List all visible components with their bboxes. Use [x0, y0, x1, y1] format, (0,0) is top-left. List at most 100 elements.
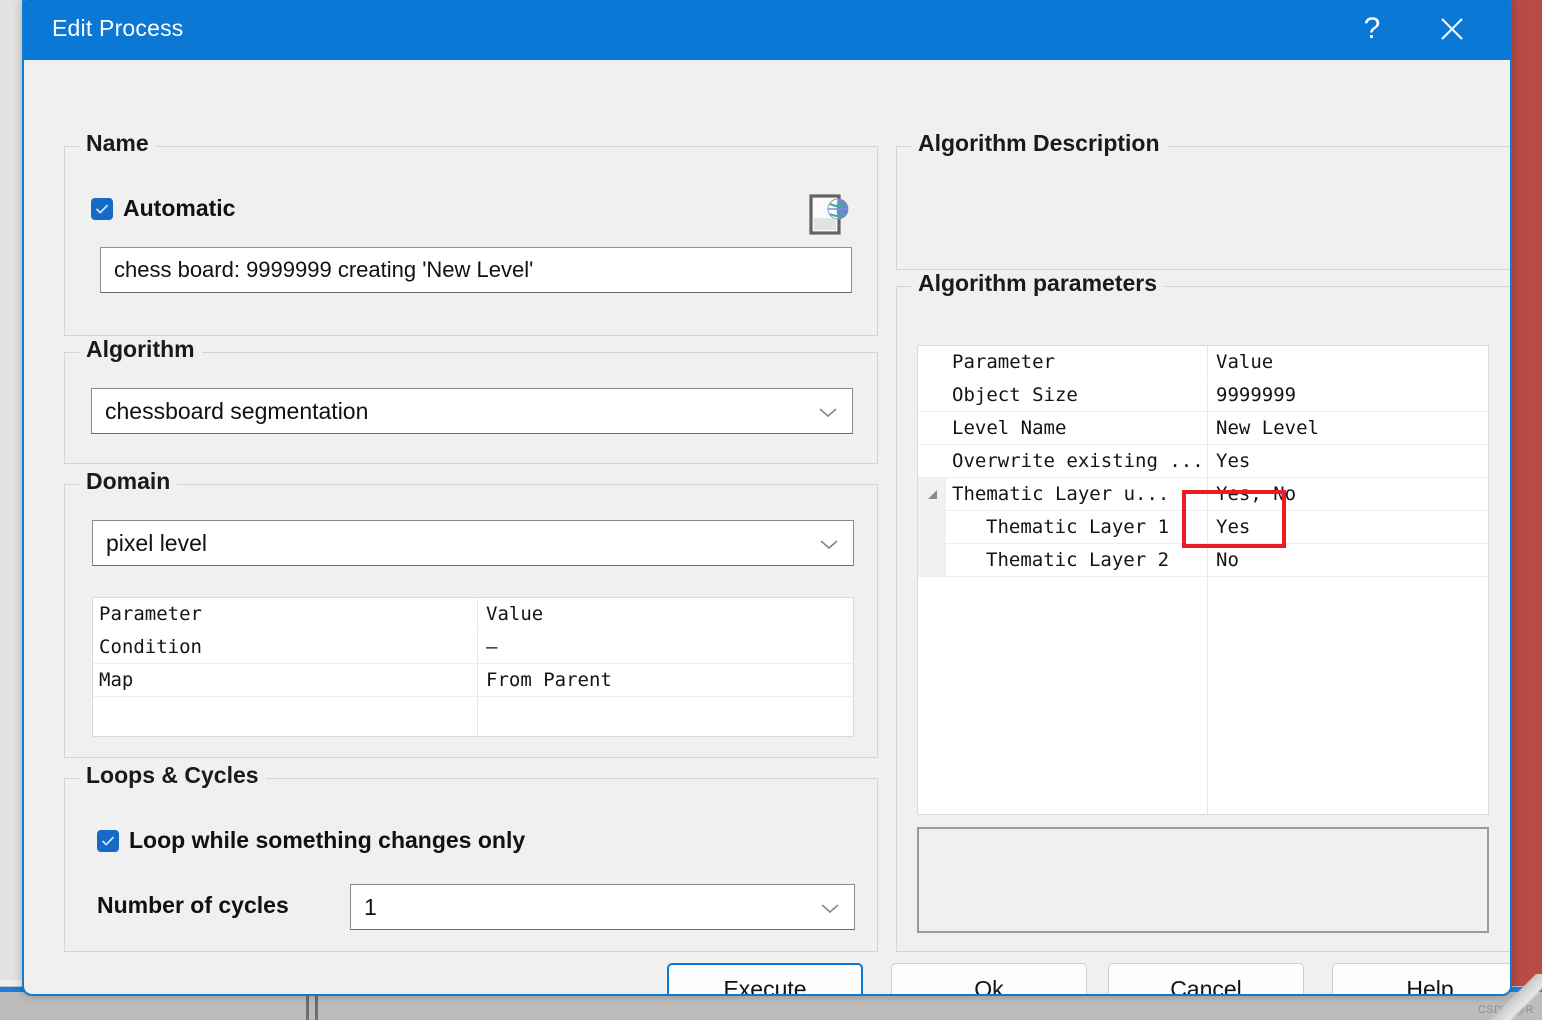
params-row-parameter: Thematic Layer 1	[946, 511, 1208, 543]
table-empty-area[interactable]	[918, 577, 1488, 814]
tree-gutter	[918, 346, 946, 378]
domain-select[interactable]: pixel level	[92, 520, 854, 566]
automatic-checkbox-row[interactable]: Automatic	[91, 195, 235, 222]
table-row[interactable]: Thematic Layer 1 Yes	[918, 511, 1488, 544]
close-button[interactable]	[1420, 0, 1484, 60]
table-row[interactable]: Overwrite existing ... Yes	[918, 445, 1488, 478]
automatic-checkbox[interactable]	[91, 197, 113, 220]
params-row-value: Yes, No	[1216, 483, 1297, 505]
ok-button[interactable]: Ok	[891, 963, 1087, 996]
parameter-status-text	[919, 829, 1487, 845]
execute-button[interactable]: Execute	[667, 963, 863, 996]
table-empty-row	[93, 697, 853, 736]
params-col-value-header: Value	[1216, 351, 1274, 373]
tree-gutter	[918, 511, 946, 543]
algorithm-parameters-group: Algorithm parameters Parameter Value Obj…	[896, 270, 1510, 952]
help-button[interactable]: Help	[1332, 963, 1510, 996]
table-row[interactable]: Map From Parent	[93, 664, 853, 697]
dialog-button-row: Execute Ok Cancel Help	[24, 963, 1510, 996]
tree-gutter	[918, 445, 946, 477]
table-row-expandable[interactable]: Thematic Layer u... Yes, No	[918, 478, 1488, 511]
tree-gutter[interactable]	[918, 478, 946, 510]
params-empty-parameter	[946, 577, 1208, 814]
algorithm-selected-value: chessboard segmentation	[105, 397, 369, 424]
params-row-value: Yes	[1216, 450, 1251, 472]
loop-while-changes-label: Loop while something changes only	[129, 827, 526, 853]
tree-gutter	[918, 544, 946, 576]
dialog-body: Name Automatic chess board: 9999999 crea…	[24, 60, 1510, 994]
params-row-parameter: Object Size	[946, 379, 1208, 411]
params-row-parameter: Thematic Layer 2	[946, 544, 1208, 576]
table-row[interactable]: Level Name New Level	[918, 412, 1488, 445]
chevron-down-icon	[818, 530, 840, 557]
chevron-down-icon	[819, 894, 841, 921]
process-name-input[interactable]: chess board: 9999999 creating 'New Level…	[100, 247, 852, 293]
number-of-cycles-select[interactable]: 1	[350, 884, 855, 930]
domain-parameters-table[interactable]: Parameter Value Condition — Map From Par…	[92, 597, 854, 737]
params-row-value: New Level	[1216, 417, 1319, 439]
edit-process-dialog: Edit Process ? Name Automatic chess boar…	[22, 0, 1512, 996]
name-group-legend: Name	[79, 130, 156, 157]
algorithm-group: Algorithm chessboard segmentation	[64, 336, 878, 464]
algorithm-description-legend: Algorithm Description	[911, 130, 1167, 157]
automatic-label: Automatic	[123, 195, 236, 221]
params-row-parameter: Level Name	[946, 412, 1208, 444]
algorithm-select[interactable]: chessboard segmentation	[91, 388, 853, 434]
tree-gutter	[918, 379, 946, 411]
parameter-status-box[interactable]	[917, 827, 1489, 933]
params-row-parameter: Overwrite existing ...	[946, 445, 1208, 477]
params-row-value: Yes	[1216, 516, 1251, 538]
check-icon	[100, 833, 116, 849]
loop-while-changes-row[interactable]: Loop while something changes only	[97, 827, 525, 854]
table-row[interactable]: Condition —	[93, 631, 853, 664]
execute-button-label: Execute	[723, 975, 807, 996]
table-header-row: Parameter Value	[918, 346, 1488, 379]
ok-button-label: Ok	[974, 975, 1004, 996]
backdrop-left-gutter	[0, 0, 22, 1020]
algorithm-parameters-legend: Algorithm parameters	[911, 270, 1165, 297]
loops-cycles-group-legend: Loops & Cycles	[79, 762, 266, 789]
cancel-button[interactable]: Cancel	[1108, 963, 1304, 996]
domain-row-parameter: Condition	[93, 631, 478, 663]
csdn-watermark: CSDN @R	[1477, 1004, 1534, 1016]
name-group: Name Automatic chess board: 9999999 crea…	[64, 130, 878, 336]
chevron-down-icon	[817, 398, 839, 425]
domain-row-parameter-empty	[93, 697, 478, 736]
domain-selected-value: pixel level	[106, 529, 207, 556]
domain-row-parameter: Map	[93, 664, 478, 696]
tree-gutter	[918, 577, 946, 814]
algorithm-description-group: Algorithm Description	[896, 130, 1510, 270]
table-row[interactable]: Object Size 9999999	[918, 379, 1488, 412]
check-icon	[94, 201, 110, 217]
loops-cycles-group: Loops & Cycles Loop while something chan…	[64, 762, 878, 952]
params-row-value: No	[1216, 549, 1239, 571]
process-name-value: chess board: 9999999 creating 'New Level…	[114, 257, 534, 282]
number-of-cycles-value: 1	[364, 893, 377, 920]
cancel-button-label: Cancel	[1170, 975, 1242, 996]
help-titlebar-button[interactable]: ?	[1340, 0, 1404, 60]
params-row-parameter: Thematic Layer u...	[946, 478, 1208, 510]
collapse-triangle-icon[interactable]	[927, 489, 937, 499]
domain-row-value: —	[486, 636, 498, 658]
dialog-titlebar: Edit Process ?	[24, 0, 1510, 60]
dialog-title: Edit Process	[52, 15, 184, 41]
close-icon	[1438, 15, 1466, 43]
table-header-row: Parameter Value	[93, 598, 853, 631]
params-col-parameter-header: Parameter	[946, 346, 1208, 378]
help-button-label: Help	[1406, 975, 1454, 996]
tree-gutter	[918, 412, 946, 444]
domain-row-value: From Parent	[486, 669, 612, 691]
params-empty-value	[1208, 577, 1488, 814]
question-mark-icon: ?	[1363, 12, 1381, 45]
loop-while-changes-checkbox[interactable]	[97, 829, 119, 852]
domain-col-parameter-header: Parameter	[93, 598, 478, 630]
table-row[interactable]: Thematic Layer 2 No	[918, 544, 1488, 577]
number-of-cycles-label: Number of cycles	[97, 892, 289, 918]
domain-group-legend: Domain	[79, 468, 178, 495]
document-globe-icon[interactable]	[809, 193, 849, 237]
domain-row-value-empty	[478, 697, 853, 736]
params-row-value: 9999999	[1216, 384, 1297, 406]
algorithm-description-text	[913, 165, 1499, 257]
algorithm-group-legend: Algorithm	[79, 336, 202, 363]
algorithm-parameters-table[interactable]: Parameter Value Object Size 9999999 Leve…	[917, 345, 1489, 815]
